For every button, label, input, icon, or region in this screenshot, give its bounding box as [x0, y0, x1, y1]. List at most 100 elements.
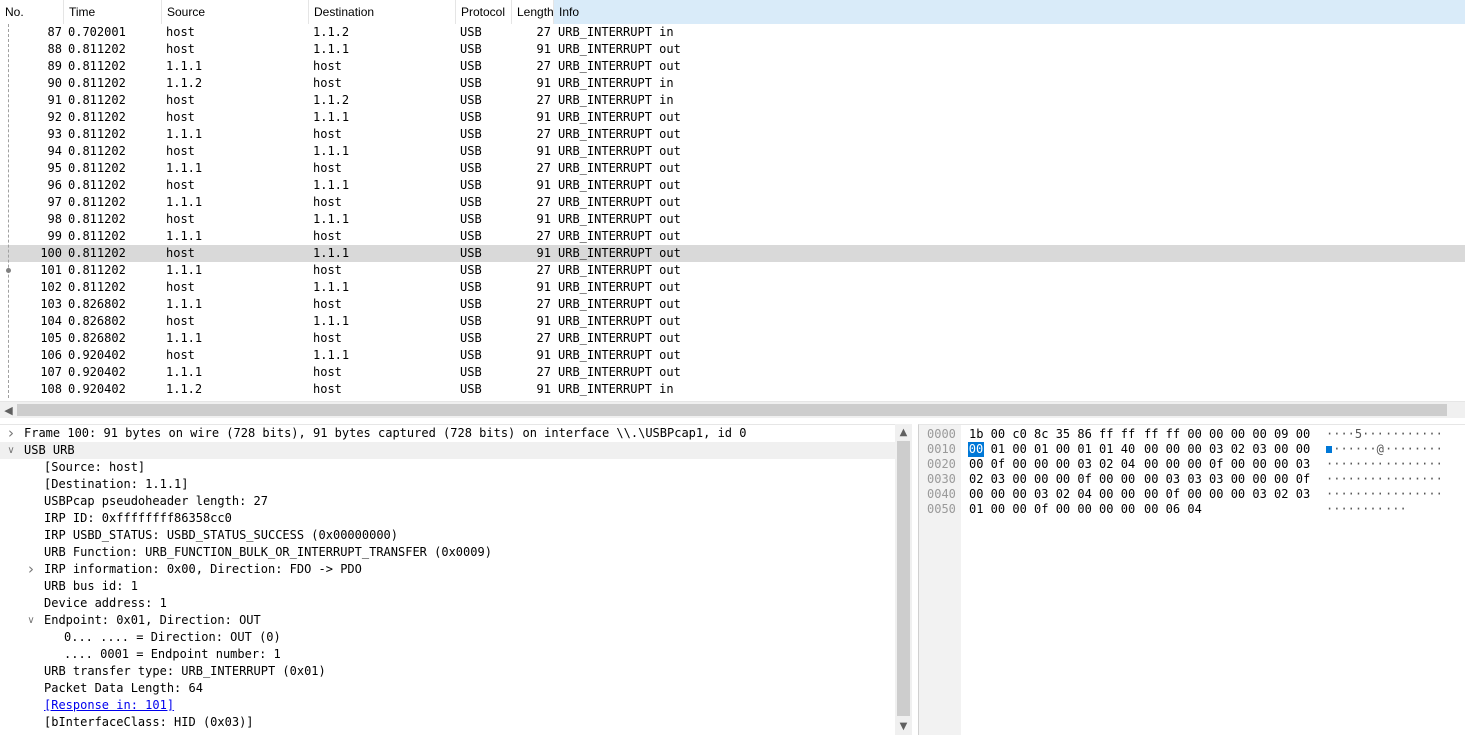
- column-header-bar: No. Time Source Destination Protocol Len…: [0, 0, 1465, 24]
- packet-no: 94: [47, 144, 62, 158]
- packet-row[interactable]: 88 0.811202 host 1.1.1 USB 91 URB_INTERRUPT ou…: [0, 41, 1465, 58]
- chevron-right-icon[interactable]: ›: [6, 425, 16, 442]
- packet-destination: 1.1.1: [313, 212, 350, 226]
- detail-row[interactable]: USBPcap pseudoheader length: 27: [0, 493, 912, 510]
- packet-time: 0.811202: [68, 246, 126, 260]
- detail-row[interactable]: ∨ USB URB: [0, 442, 912, 459]
- details-vertical-scrollbar[interactable]: ▲ ▼: [895, 424, 912, 735]
- packet-no: 98: [47, 212, 62, 226]
- packet-row[interactable]: 106 0.920402 host 1.1.1 USB 91 URB_INTERRUPT o…: [0, 347, 1465, 364]
- detail-row[interactable]: › Frame 100: 91 bytes on wire (728 bits),…: [0, 425, 912, 442]
- detail-row[interactable]: [Response in: 101]: [0, 697, 912, 714]
- packet-no: 108: [40, 382, 62, 396]
- details-scroll-thumb[interactable]: [897, 441, 910, 716]
- packet-row[interactable]: 104 0.826802 host 1.1.1 USB 91 URB_INTERRUPT o…: [0, 313, 1465, 330]
- detail-row[interactable]: URB bus id: 1: [0, 578, 912, 595]
- packet-row[interactable]: 89 0.811202 1.1.1 host USB 27 URB_INTERRUPT ou…: [0, 58, 1465, 75]
- packet-no: 91: [47, 93, 62, 107]
- column-header-source[interactable]: Source: [162, 0, 309, 24]
- packet-time: 0.826802: [68, 331, 126, 345]
- detail-row[interactable]: [Destination: 1.1.1]: [0, 476, 912, 493]
- packet-destination: host: [313, 195, 342, 209]
- packet-length: 91: [536, 314, 551, 328]
- packet-length: 27: [536, 331, 551, 345]
- packet-row-selected[interactable]: 100 0.811202 host 1.1.1 USB 91 URB_INTERRUPT o…: [0, 245, 1465, 262]
- detail-row[interactable]: Device address: 1: [0, 595, 912, 612]
- packet-destination: host: [313, 76, 342, 90]
- packet-row[interactable]: 98 0.811202 host 1.1.1 USB 91 URB_INTERRUPT ou…: [0, 211, 1465, 228]
- chevron-right-icon[interactable]: ›: [26, 561, 36, 578]
- packet-row[interactable]: 94 0.811202 host 1.1.1 USB 91 URB_INTERRUPT ou…: [0, 143, 1465, 160]
- packet-source: host: [166, 25, 195, 39]
- packet-source: 1.1.2: [166, 382, 203, 396]
- detail-row[interactable]: ∨ Endpoint: 0x01, Direction: OUT: [0, 612, 912, 629]
- arrow-down-icon[interactable]: ▼: [895, 718, 912, 735]
- detail-row[interactable]: Packet Data Length: 64: [0, 680, 912, 697]
- packet-destination: 1.1.1: [313, 42, 350, 56]
- detail-row[interactable]: IRP ID: 0xffffffff86358cc0: [0, 510, 912, 527]
- packet-no: 99: [47, 229, 62, 243]
- packet-protocol: USB: [460, 195, 482, 209]
- packet-row[interactable]: 105 0.826802 1.1.1 host USB 27 URB_INTERRUPT o…: [0, 330, 1465, 347]
- packet-length: 27: [536, 263, 551, 277]
- hex-group-2: 00 00 00 0f 00 00 00 03: [1144, 457, 1311, 471]
- column-header-length[interactable]: Length: [512, 0, 554, 24]
- packet-row[interactable]: 107 0.920402 1.1.1 host USB 27 URB_INTERRUPT o…: [0, 364, 1465, 381]
- packet-no: 100: [40, 246, 62, 260]
- ascii-group-2: ········: [1385, 427, 1443, 441]
- detail-row[interactable]: [bInterfaceClass: HID (0x03)]: [0, 714, 912, 731]
- selected-byte-highlight[interactable]: 00: [968, 442, 984, 457]
- packet-row[interactable]: 87 0.702001 host 1.1.2 USB 27 URB_INTERRUPT in: [0, 24, 1465, 41]
- packet-source: 1.1.1: [166, 365, 203, 379]
- detail-row[interactable]: › IRP information: 0x00, Direction: FDO -…: [0, 561, 912, 578]
- packet-row[interactable]: 95 0.811202 1.1.1 host USB 27 URB_INTERRUPT ou…: [0, 160, 1465, 177]
- packet-protocol: USB: [460, 93, 482, 107]
- packet-time: 0.826802: [68, 314, 126, 328]
- detail-row[interactable]: [Source: host]: [0, 459, 912, 476]
- packet-row[interactable]: 90 0.811202 1.1.2 host USB 91 URB_INTERRUPT in: [0, 75, 1465, 92]
- column-header-destination[interactable]: Destination: [309, 0, 456, 24]
- horizontal-scrollbar[interactable]: ◀: [0, 401, 1465, 418]
- column-header-no[interactable]: No.: [0, 0, 64, 24]
- packet-row[interactable]: 96 0.811202 host 1.1.1 USB 91 URB_INTERRUPT ou…: [0, 177, 1465, 194]
- hex-group-1: 1b 00 c0 8c 35 86 ff ff: [969, 427, 1136, 441]
- packet-row[interactable]: 97 0.811202 1.1.1 host USB 27 URB_INTERRUPT ou…: [0, 194, 1465, 211]
- packet-row[interactable]: 108 0.920402 1.1.2 host USB 91 URB_INTERRUPT i…: [0, 381, 1465, 398]
- detail-text: Endpoint: 0x01, Direction: OUT: [44, 613, 261, 627]
- detail-row[interactable]: URB transfer type: URB_INTERRUPT (0x01): [0, 663, 912, 680]
- packet-info: URB_INTERRUPT out: [558, 331, 681, 345]
- packet-row[interactable]: 92 0.811202 host 1.1.1 USB 91 URB_INTERRUPT ou…: [0, 109, 1465, 126]
- ascii-group-1: ········: [1326, 457, 1384, 471]
- chevron-down-icon[interactable]: ∨: [26, 612, 36, 629]
- horizontal-scroll-thumb[interactable]: [17, 404, 1447, 416]
- column-header-time[interactable]: Time: [64, 0, 162, 24]
- response-link[interactable]: [Response in: 101]: [44, 697, 174, 714]
- packet-row[interactable]: 101 0.811202 1.1.1 host USB 27 URB_INTERRUPT o…: [0, 262, 1465, 279]
- detail-row[interactable]: .... 0001 = Endpoint number: 1: [0, 646, 912, 663]
- column-header-info[interactable]: Info: [554, 0, 1465, 24]
- column-header-protocol[interactable]: Protocol: [456, 0, 512, 24]
- arrow-left-icon[interactable]: ◀: [0, 402, 17, 418]
- packet-row[interactable]: 102 0.811202 host 1.1.1 USB 91 URB_INTERRUPT o…: [0, 279, 1465, 296]
- packet-source: host: [166, 178, 195, 192]
- packet-list-pane: No. Time Source Destination Protocol Len…: [0, 0, 1465, 418]
- packet-row[interactable]: 91 0.811202 host 1.1.2 USB 27 URB_INTERRUPT in: [0, 92, 1465, 109]
- packet-protocol: USB: [460, 314, 482, 328]
- detail-text: [Source: host]: [44, 460, 146, 474]
- arrow-up-icon[interactable]: ▲: [895, 424, 912, 441]
- detail-text: URB bus id: 1: [44, 579, 138, 593]
- packet-time: 0.811202: [68, 93, 126, 107]
- packet-row[interactable]: 99 0.811202 1.1.1 host USB 27 URB_INTERRUPT ou…: [0, 228, 1465, 245]
- ascii-group-2: ········: [1385, 472, 1443, 486]
- chevron-down-icon[interactable]: ∨: [6, 442, 16, 459]
- packet-info: URB_INTERRUPT in: [558, 382, 674, 396]
- detail-text: IRP information: 0x00, Direction: FDO ->…: [44, 562, 362, 576]
- ascii-group-1: ·······@: [1326, 442, 1384, 456]
- detail-row[interactable]: IRP USBD_STATUS: USBD_STATUS_SUCCESS (0x…: [0, 527, 912, 544]
- packet-destination: host: [313, 382, 342, 396]
- detail-row[interactable]: URB Function: URB_FUNCTION_BULK_OR_INTER…: [0, 544, 912, 561]
- detail-row[interactable]: 0... .... = Direction: OUT (0): [0, 629, 912, 646]
- detail-text: USB URB: [24, 443, 75, 457]
- packet-row[interactable]: 93 0.811202 1.1.1 host USB 27 URB_INTERRUPT ou…: [0, 126, 1465, 143]
- packet-row[interactable]: 103 0.826802 1.1.1 host USB 27 URB_INTERRUPT o…: [0, 296, 1465, 313]
